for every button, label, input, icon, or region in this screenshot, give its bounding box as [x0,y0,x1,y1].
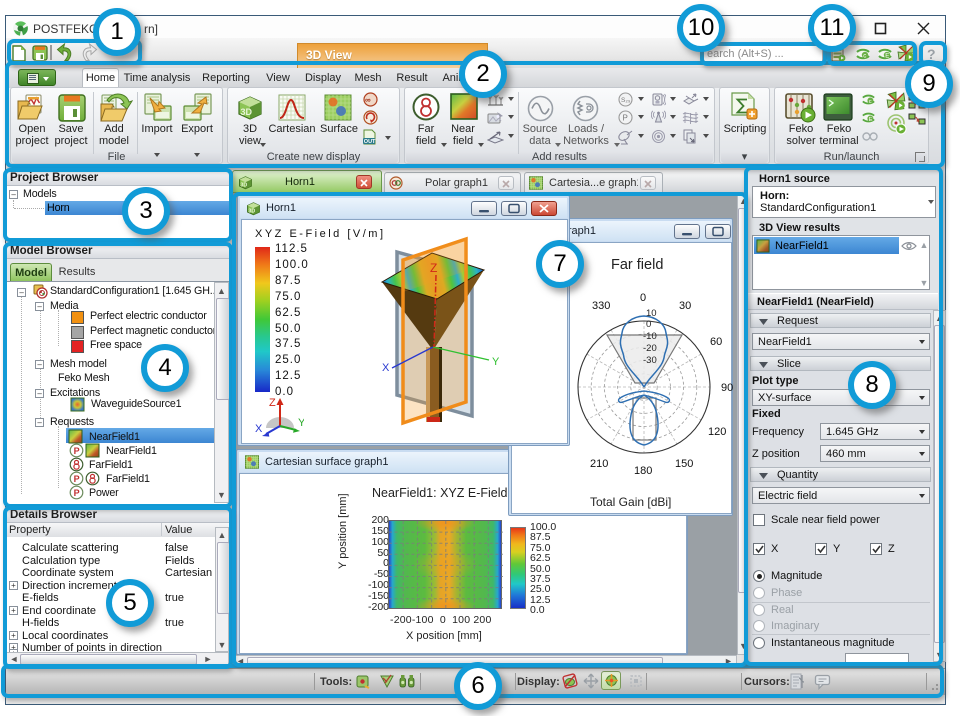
svg-text:3D: 3D [240,183,247,189]
